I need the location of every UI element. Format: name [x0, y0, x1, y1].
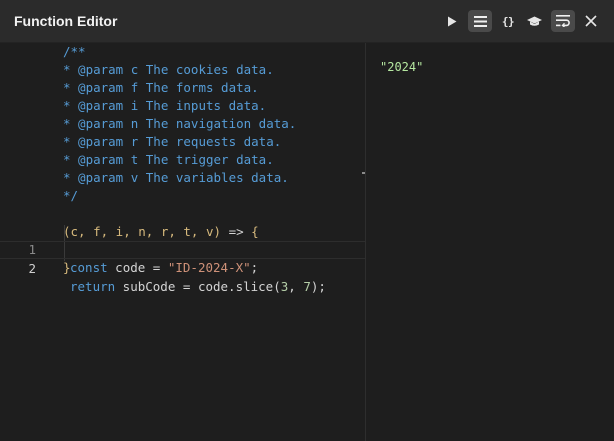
result-value: "2024" [380, 60, 424, 74]
list-icon [473, 15, 487, 27]
doc-comment-line: * @param n The navigation data. [63, 116, 297, 131]
code-line-1[interactable]: 1 const code = "ID-2024-X"; [0, 223, 365, 275]
page-title: Function Editor [14, 13, 118, 29]
code-editor[interactable]: /** * @param c The cookies data. * @para… [0, 43, 365, 441]
output-panel: "2024" [366, 43, 614, 441]
doc-comment-line: /** [63, 44, 86, 59]
doc-comment-line: * @param c The cookies data. [63, 62, 274, 77]
function-signature: (c, f, i, n, r, t, v) => { [0, 205, 365, 239]
graduation-cap-icon [526, 16, 542, 26]
doc-comment-line: * @param i The inputs data. [63, 98, 267, 113]
run-button[interactable] [440, 10, 464, 32]
resize-handle[interactable] [362, 172, 365, 174]
word-wrap-button[interactable] [551, 10, 575, 32]
list-view-button[interactable] [468, 10, 492, 32]
learn-button[interactable] [522, 10, 546, 32]
close-icon [585, 15, 597, 27]
doc-comment-line: * @param f The forms data. [63, 80, 259, 95]
closing-brace: } [63, 260, 71, 275]
format-json-button[interactable]: {} [496, 10, 520, 32]
doc-comment-line: */ [63, 188, 79, 203]
doc-comment-line: * @param r The requests data. [63, 134, 282, 149]
editor-header: Function Editor {} [0, 0, 614, 43]
code-line-2[interactable]: 2 return subCode = code.slice(3, 7); [0, 241, 365, 294]
doc-comment-line: * @param t The trigger data. [63, 152, 274, 167]
play-icon [448, 16, 457, 26]
close-button[interactable] [579, 10, 603, 32]
wrap-text-icon [556, 15, 570, 27]
doc-comment-line: * @param v The variables data. [63, 170, 289, 185]
